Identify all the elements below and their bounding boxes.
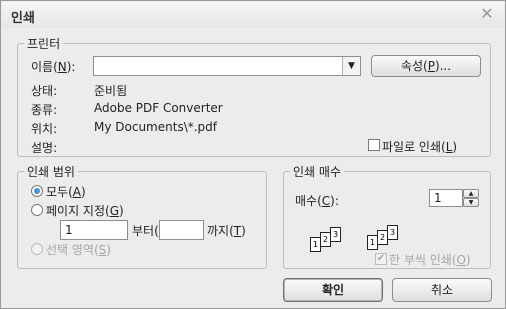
dialog-title: 인쇄	[11, 11, 35, 26]
range-all-radio[interactable]	[31, 185, 43, 197]
range-pages-radio[interactable]	[31, 204, 43, 216]
from-page-value: 1	[65, 223, 73, 237]
print-to-file-checkbox[interactable]	[368, 139, 380, 151]
copies-count-value: 1	[434, 191, 442, 205]
page-icon-2b: 2	[377, 230, 388, 245]
printer-name-select[interactable]: ▼	[93, 56, 361, 76]
type-value: Adobe PDF Converter	[94, 101, 223, 115]
collate-checkbox[interactable]: ✔	[375, 253, 387, 265]
close-icon[interactable]: ✕	[480, 6, 494, 22]
range-selection-label[interactable]: 선택 영역(S)	[46, 241, 111, 258]
status-value: 준비됨	[94, 84, 128, 98]
where-value: My Documents\*.pdf	[94, 120, 218, 134]
copies-count-label: 매수(C):	[295, 194, 339, 208]
collate-label[interactable]: 한 부씩 인쇄(O)	[389, 251, 471, 268]
page-icon-3b: 3	[387, 225, 398, 240]
page-icon-1a: 1	[310, 237, 321, 252]
copies-count-input[interactable]: 1	[429, 189, 463, 207]
type-label: 종류:	[31, 103, 58, 117]
range-selection-radio[interactable]	[31, 243, 43, 255]
from-page-input[interactable]: 1	[60, 220, 128, 240]
chevron-down-icon[interactable]: ▼	[342, 57, 360, 75]
print-range-legend: 인쇄 범위	[27, 165, 75, 179]
page-icon-2a: 2	[320, 232, 331, 247]
print-dialog: 인쇄 ✕ 프린터 이름(N): ▼ 속성(P)... 상태: 준비됨 종류: A…	[0, 0, 506, 309]
printer-name-label: 이름(N):	[31, 60, 76, 74]
cancel-button[interactable]: 취소	[392, 278, 492, 302]
range-pages-label[interactable]: 페이지 지정(G)	[46, 202, 124, 219]
ok-button[interactable]: 확인	[283, 278, 383, 302]
range-all-label[interactable]: 모두(A)	[46, 183, 86, 200]
where-label: 위치:	[31, 122, 58, 136]
title-bar[interactable]: 인쇄 ✕	[2, 2, 504, 28]
page-icon-3a: 3	[330, 227, 341, 242]
comment-label: 설명:	[31, 141, 58, 155]
print-to-file-label[interactable]: 파일로 인쇄(L)	[382, 138, 457, 155]
spin-down-icon[interactable]: ▼	[463, 198, 479, 207]
printer-group-legend: 프린터	[27, 37, 61, 51]
status-label: 상태:	[31, 84, 58, 98]
to-label: 까지(T)	[207, 224, 246, 238]
properties-button[interactable]: 속성(P)...	[371, 55, 481, 77]
to-page-input[interactable]	[159, 220, 204, 240]
page-icon-1b: 1	[367, 235, 378, 250]
spin-up-icon[interactable]: ▲	[463, 189, 479, 198]
copies-group-legend: 인쇄 매수	[293, 165, 341, 179]
